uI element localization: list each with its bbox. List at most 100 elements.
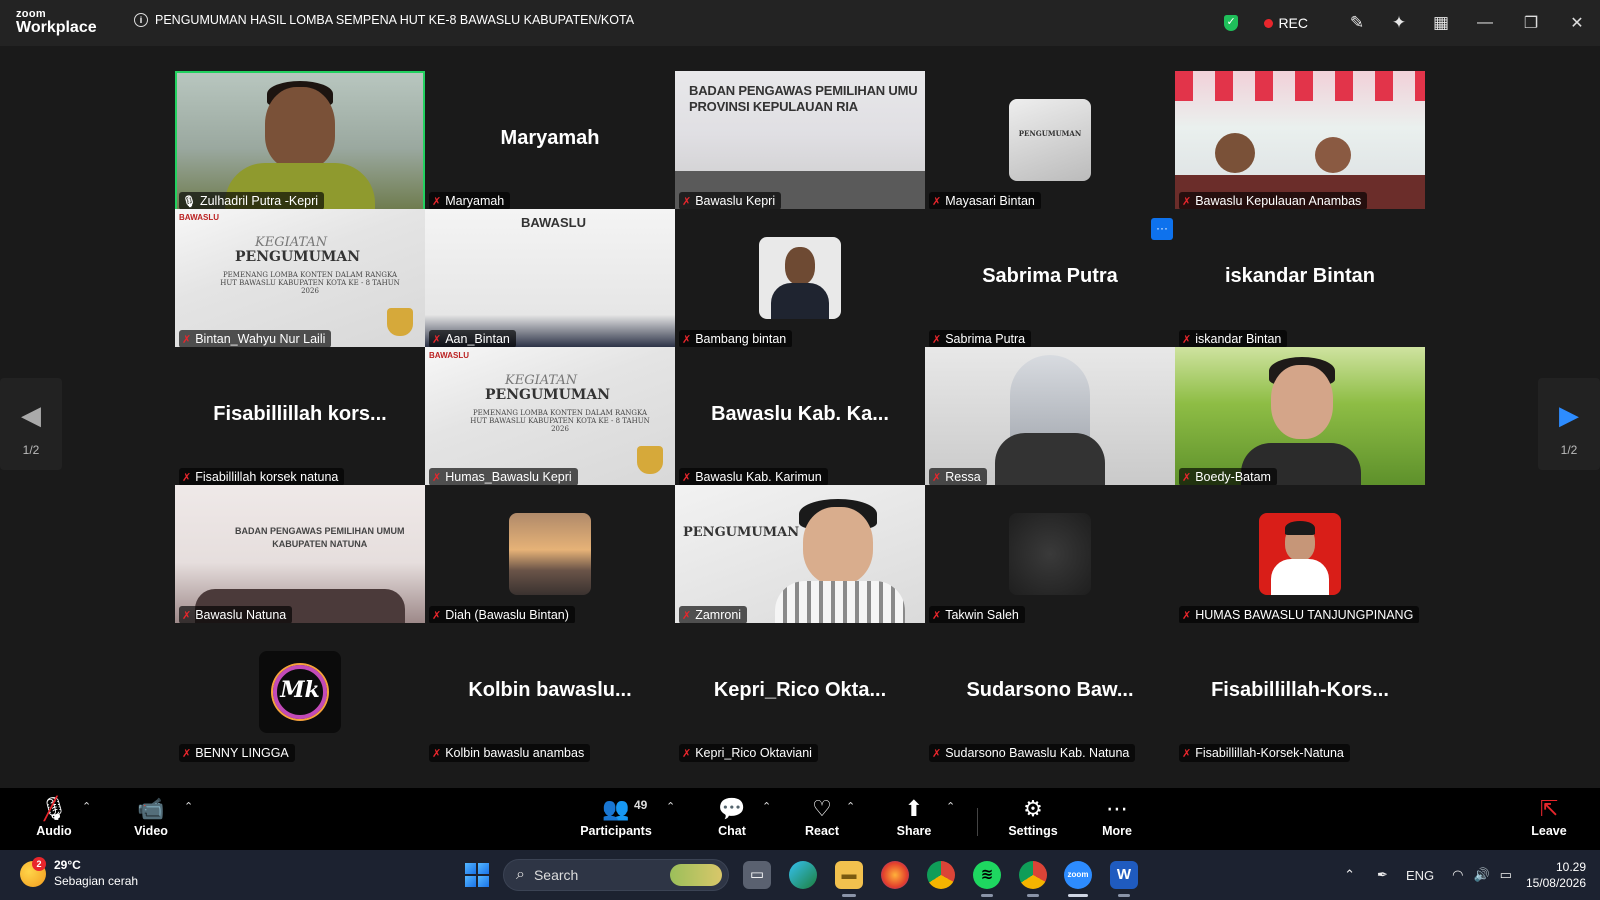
participant-tile[interactable]: PENGUMUMAN ✗ Zamroni [675,485,925,626]
microphone-muted-icon: ✗ [932,609,942,622]
participant-avatar: Mk [259,651,341,733]
participant-tile[interactable]: ✗ Takwin Saleh [925,485,1175,626]
participant-name: Sabrima Putra [945,332,1026,346]
participant-tile[interactable]: Bawaslu Kab. Ka... ✗ Bawaslu Kab. Karimun [675,347,925,488]
file-explorer-icon[interactable]: ▬ [835,861,863,889]
annotate-button[interactable]: ✎ [1336,0,1378,46]
participant-tile[interactable]: Sabrima Putra ✗ Sabrima Putra [925,209,1175,350]
battery-icon[interactable]: ▭ [1500,867,1512,883]
react-options-caret[interactable]: ⌃ [846,800,855,813]
ai-companion-button[interactable]: ✦ [1378,0,1420,46]
participant-tile[interactable]: ✗ Ressa [925,347,1175,488]
close-button[interactable]: ✕ [1554,0,1600,46]
video-button[interactable]: 📹 Video [128,794,174,838]
participant-name-tag: ✗ Ressa [929,468,987,486]
participant-tile[interactable]: BAWASLU ✗ Aan_Bintan [425,209,675,350]
participant-name: Fisabillillah-Korsek-Natuna [1195,746,1344,760]
participant-name-tag: ✗ Kepri_Rico Oktaviani [679,744,818,762]
info-icon[interactable]: i [134,13,148,27]
taskbar-search[interactable]: ⌕ Search [503,859,729,891]
participant-tile[interactable]: iskandar Bintan ✗ iskandar Bintan [1175,209,1425,350]
react-button[interactable]: ♡ React [800,794,844,838]
firefox-icon[interactable] [881,861,909,889]
restore-button[interactable]: ❐ [1508,0,1554,46]
clock[interactable]: 10.29 15/08/2026 [1526,859,1586,891]
pen-icon: ✎ [1349,13,1365,32]
minimize-button[interactable]: — [1462,0,1508,46]
banner-line: BADAN PENGAWAS PEMILIHAN UMU [689,83,918,98]
chrome-icon[interactable] [927,861,955,889]
chrome-profile-icon[interactable] [1019,861,1047,889]
spotify-icon[interactable]: ≋ [973,861,1001,889]
view-button[interactable]: ▦ [1420,0,1462,46]
language-indicator[interactable]: ENG [1406,868,1434,883]
participant-name-tag: ✗ Fisabillillah-Korsek-Natuna [1179,744,1350,762]
participant-display-name: Sudarsono Baw... [966,679,1134,701]
participant-tile[interactable]: ✗ Diah (Bawaslu Bintan) [425,485,675,626]
next-page-button[interactable]: ▶ 1/2 [1538,378,1600,470]
settings-button[interactable]: ⚙ Settings [1004,794,1062,838]
record-dot-icon [1264,18,1274,28]
avatar-monogram: Mk [280,677,320,703]
share-options-caret[interactable]: ⌃ [946,800,955,813]
participant-tile[interactable]: ✗ HUMAS BAWASLU TANJUNGPINANG [1175,485,1425,626]
participants-options-caret[interactable]: ⌃ [666,800,675,813]
slide-brand: BAWASLU [521,215,586,230]
word-running-indicator [1118,894,1130,897]
tile-more-options-button[interactable]: ··· [1151,218,1173,240]
video-options-caret[interactable]: ⌃ [184,800,193,813]
participant-tile[interactable]: ✗ Boedy-Batam [1175,347,1425,488]
microphone-muted-icon: ✗ [1182,195,1192,208]
leave-button[interactable]: ⇱ Leave [1528,794,1570,838]
share-button[interactable]: ⬆ Share [892,794,936,838]
audio-options-caret[interactable]: ⌃ [82,800,91,813]
audio-button[interactable]: 🎙 ╱ Audio [32,794,76,838]
participant-tile[interactable]: Maryamah ✗ Maryamah [425,71,675,212]
microphone-muted-icon: ✗ [432,333,442,346]
close-icon: ✕ [1570,15,1584,32]
participant-tile[interactable]: Fisabillillah-Kors... ✗ Fisabillillah-Kors… [1175,623,1425,764]
sparkle-icon: ✦ [1391,13,1407,32]
previous-page-button[interactable]: ◀ 1/2 [0,378,62,470]
wifi-icon[interactable]: ◠ [1452,867,1463,883]
participant-tile[interactable]: BADAN PENGAWAS PEMILIHAN UMUM KABUPATEN N… [175,485,425,626]
participant-tile[interactable]: BAWASLU KEGIATAN PENGUMUMAN PEMENANG LOMBA … [425,347,675,488]
zoom-app-icon[interactable]: zoom [1064,861,1092,889]
participant-tile[interactable]: ✗ Bambang bintan [675,209,925,350]
participant-tile[interactable]: Kolbin bawaslu... ✗ Kolbin bawaslu anambas [425,623,675,764]
participant-tile[interactable]: Fisabillillah kors... ✗ Fisabillillah kors… [175,347,425,488]
chat-button[interactable]: 💬 Chat [712,794,752,838]
edge-icon[interactable] [789,861,817,889]
chat-bubble-icon: 💬 [718,796,746,821]
chat-options-caret[interactable]: ⌃ [762,800,771,813]
microphone-muted-icon: ✗ [1182,609,1192,622]
participant-tile[interactable]: Sudarsono Baw... ✗ Sudarsono Bawaslu Kab. … [925,623,1175,764]
participant-tile[interactable]: ✗ Bawaslu Kepulauan Anambas [1175,71,1425,212]
participant-tile[interactable]: Kepri_Rico Okta... ✗ Kepri_Rico Oktaviani [675,623,925,764]
security-shield[interactable] [1224,0,1264,46]
weather-widget[interactable]: 2 29°C Sebagian cerah [20,856,139,889]
participant-avatar [1259,513,1341,595]
chevron-up-icon[interactable]: ⌃ [1344,867,1355,883]
word-icon[interactable]: W [1110,861,1138,889]
recording-indicator[interactable]: REC [1264,0,1308,46]
participant-display-name: Maryamah [500,127,600,149]
meeting-info[interactable]: i PENGUMUMAN HASIL LOMBA SEMPENA HUT KE-… [134,13,634,27]
volume-icon[interactable]: 🔊 [1473,867,1489,883]
start-button[interactable] [465,863,489,887]
participant-tile[interactable]: 🎙 Zulhadril Putra -Kepri [175,71,425,212]
task-view-icon[interactable]: ▭ [743,861,771,889]
microphone-muted-icon: ✗ [682,195,692,208]
participant-tile[interactable]: PENGUMUMAN ✗ Mayasari Bintan [925,71,1175,212]
participant-display-name: Fisabillillah-Kors... [1211,679,1389,701]
bitmoji-face [1271,365,1333,439]
participant-tile[interactable]: Mk ✗ BENNY LINGGA [175,623,425,764]
participant-tile[interactable]: BADAN PENGAWAS PEMILIHAN UMU PROVINSI KEP… [675,71,925,212]
more-button[interactable]: ⋯ More [1096,794,1138,838]
pen-menu-icon[interactable]: ✒ [1377,867,1388,883]
clock-date: 15/08/2026 [1525,876,1586,890]
rec-label: REC [1278,15,1308,31]
video-label: Video [134,824,168,838]
participant-tile[interactable]: BAWASLU KEGIATAN PENGUMUMAN PEMENANG LOMBA … [175,209,425,350]
weather-description: Sebagian cerah [54,873,139,888]
